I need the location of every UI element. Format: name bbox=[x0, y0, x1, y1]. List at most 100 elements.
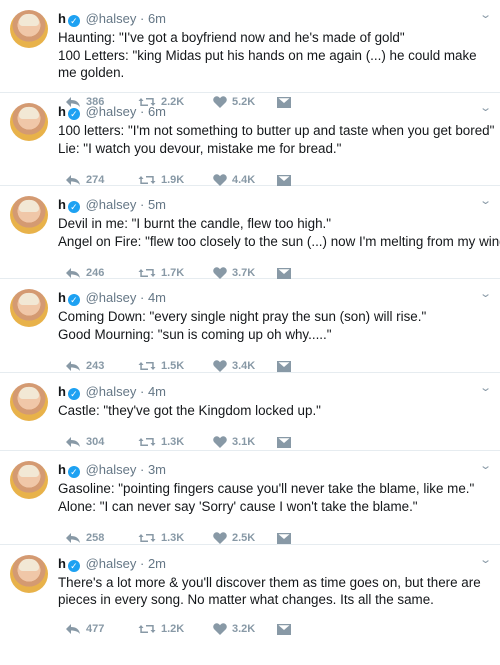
retweet-count: 1.7K bbox=[161, 267, 185, 279]
reply-button[interactable]: 243 bbox=[58, 360, 138, 372]
tweet[interactable]: h ✓ @halsey · 2m ⌄ There's a lot more & y… bbox=[0, 545, 500, 640]
like-button[interactable]: 3.1K bbox=[213, 436, 277, 448]
like-button[interactable]: 4.4K bbox=[213, 174, 277, 186]
reply-button[interactable]: 258 bbox=[58, 532, 138, 544]
retweet-button[interactable]: 1.9K bbox=[138, 174, 213, 186]
user-handle[interactable]: @halsey bbox=[86, 384, 137, 399]
verified-badge-icon: ✓ bbox=[67, 560, 80, 572]
like-count: 4.4K bbox=[232, 174, 256, 186]
avatar[interactable] bbox=[10, 383, 48, 421]
chevron-down-icon[interactable]: ⌄ bbox=[479, 553, 492, 566]
avatar[interactable] bbox=[10, 289, 48, 327]
display-name[interactable]: h bbox=[58, 11, 66, 26]
display-name[interactable]: h bbox=[58, 290, 66, 305]
display-name[interactable]: h bbox=[58, 556, 66, 571]
timestamp[interactable]: 4m bbox=[148, 384, 166, 399]
tweet-text-line: Lie: "I watch you devour, mistake me for… bbox=[58, 141, 342, 156]
verified-badge-icon: ✓ bbox=[67, 388, 80, 400]
user-handle[interactable]: @halsey bbox=[86, 462, 137, 477]
avatar[interactable] bbox=[10, 103, 48, 141]
tweet-text-line: Alone: "I can never say 'Sorry' cause I … bbox=[58, 499, 418, 514]
direct-message-button[interactable] bbox=[277, 174, 297, 186]
tweet-text-line: There's a lot more & you'll discover the… bbox=[58, 575, 481, 607]
user-handle[interactable]: @halsey bbox=[86, 11, 137, 26]
tweet-text-line: 100 letters: "I'm not something to butte… bbox=[58, 123, 495, 138]
like-button[interactable]: 2.5K bbox=[213, 532, 277, 544]
tweet-feed: h ✓ @halsey · 6m ⌄ Haunting: "I've got a … bbox=[0, 0, 500, 640]
avatar[interactable] bbox=[10, 196, 48, 234]
avatar[interactable] bbox=[10, 555, 48, 593]
tweet[interactable]: h ✓ @halsey · 3m ⌄ Gasoline: "pointing fi… bbox=[0, 451, 500, 545]
display-name[interactable]: h bbox=[58, 197, 66, 212]
direct-message-button[interactable] bbox=[277, 267, 297, 279]
retweet-icon bbox=[138, 623, 156, 635]
verified-badge-icon: ✓ bbox=[67, 108, 80, 120]
timestamp[interactable]: 6m bbox=[148, 11, 166, 26]
separator-dot: · bbox=[139, 104, 145, 119]
user-handle[interactable]: @halsey bbox=[86, 197, 137, 212]
retweet-button[interactable]: 1.3K bbox=[138, 532, 213, 544]
chevron-down-icon[interactable]: ⌄ bbox=[479, 287, 492, 300]
tweet[interactable]: h ✓ @halsey · 5m ⌄ Devil in me: "I burnt … bbox=[0, 186, 500, 279]
avatar[interactable] bbox=[10, 10, 48, 48]
like-count: 3.2K bbox=[232, 623, 256, 635]
direct-message-button[interactable] bbox=[277, 532, 297, 544]
retweet-count: 1.5K bbox=[161, 360, 185, 372]
like-button[interactable]: 3.2K bbox=[213, 623, 277, 635]
user-handle[interactable]: @halsey bbox=[86, 290, 137, 305]
heart-icon bbox=[213, 532, 227, 544]
tweet-text-line: Gasoline: "pointing fingers cause you'll… bbox=[58, 481, 475, 496]
display-name[interactable]: h bbox=[58, 384, 66, 399]
envelope-icon bbox=[277, 436, 291, 448]
chevron-down-icon[interactable]: ⌄ bbox=[479, 8, 492, 21]
direct-message-button[interactable] bbox=[277, 360, 297, 372]
timestamp[interactable]: 3m bbox=[148, 462, 166, 477]
tweet-header: h ✓ @halsey · 4m bbox=[58, 373, 492, 401]
like-button[interactable]: 3.7K bbox=[213, 267, 277, 279]
retweet-icon bbox=[138, 360, 156, 372]
retweet-button[interactable]: 1.7K bbox=[138, 267, 213, 279]
direct-message-button[interactable] bbox=[277, 623, 297, 635]
chevron-down-icon[interactable]: ⌄ bbox=[479, 194, 492, 207]
timestamp[interactable]: 6m bbox=[148, 104, 166, 119]
tweet-header: h ✓ @halsey · 3m bbox=[58, 451, 492, 479]
tweet-text-line: Angel on Fire: "flew too closely to the … bbox=[58, 234, 500, 249]
verified-badge-icon: ✓ bbox=[67, 294, 80, 306]
reply-button[interactable]: 304 bbox=[58, 436, 138, 448]
envelope-icon bbox=[277, 360, 291, 372]
tweet-text-line: Good Mourning: "sun is coming up oh why.… bbox=[58, 327, 332, 342]
retweet-count: 1.3K bbox=[161, 436, 185, 448]
reply-icon bbox=[65, 360, 81, 372]
user-handle[interactable]: @halsey bbox=[86, 556, 137, 571]
display-name[interactable]: h bbox=[58, 104, 66, 119]
chevron-down-icon[interactable]: ⌄ bbox=[479, 459, 492, 472]
verified-badge-icon: ✓ bbox=[67, 201, 80, 213]
timestamp[interactable]: 4m bbox=[148, 290, 166, 305]
direct-message-button[interactable] bbox=[277, 436, 297, 448]
retweet-button[interactable]: 1.2K bbox=[138, 623, 213, 635]
retweet-button[interactable]: 1.5K bbox=[138, 360, 213, 372]
reply-button[interactable]: 477 bbox=[58, 623, 138, 635]
tweet-actions: 477 1.2K 3.2K bbox=[58, 618, 492, 640]
timestamp[interactable]: 2m bbox=[148, 556, 166, 571]
tweet-header: h ✓ @halsey · 4m bbox=[58, 279, 492, 307]
envelope-icon bbox=[277, 623, 291, 635]
timestamp[interactable]: 5m bbox=[148, 197, 166, 212]
chevron-down-icon[interactable]: ⌄ bbox=[479, 101, 492, 114]
heart-icon bbox=[213, 267, 227, 279]
tweet[interactable]: h ✓ @halsey · 4m ⌄ Castle: "they've got t… bbox=[0, 373, 500, 451]
tweet[interactable]: h ✓ @halsey · 6m ⌄ 100 letters: "I'm not … bbox=[0, 93, 500, 186]
reply-button[interactable]: 246 bbox=[58, 267, 138, 279]
verified-badge-icon: ✓ bbox=[67, 466, 80, 478]
display-name[interactable]: h bbox=[58, 462, 66, 477]
like-button[interactable]: 3.4K bbox=[213, 360, 277, 372]
chevron-down-icon[interactable]: ⌄ bbox=[479, 381, 492, 394]
avatar[interactable] bbox=[10, 461, 48, 499]
separator-dot: · bbox=[139, 462, 145, 477]
retweet-button[interactable]: 1.3K bbox=[138, 436, 213, 448]
retweet-count: 1.9K bbox=[161, 174, 185, 186]
user-handle[interactable]: @halsey bbox=[86, 104, 137, 119]
reply-button[interactable]: 274 bbox=[58, 174, 138, 186]
tweet[interactable]: h ✓ @halsey · 4m ⌄ Coming Down: "every si… bbox=[0, 279, 500, 373]
tweet[interactable]: h ✓ @halsey · 6m ⌄ Haunting: "I've got a … bbox=[0, 0, 500, 108]
